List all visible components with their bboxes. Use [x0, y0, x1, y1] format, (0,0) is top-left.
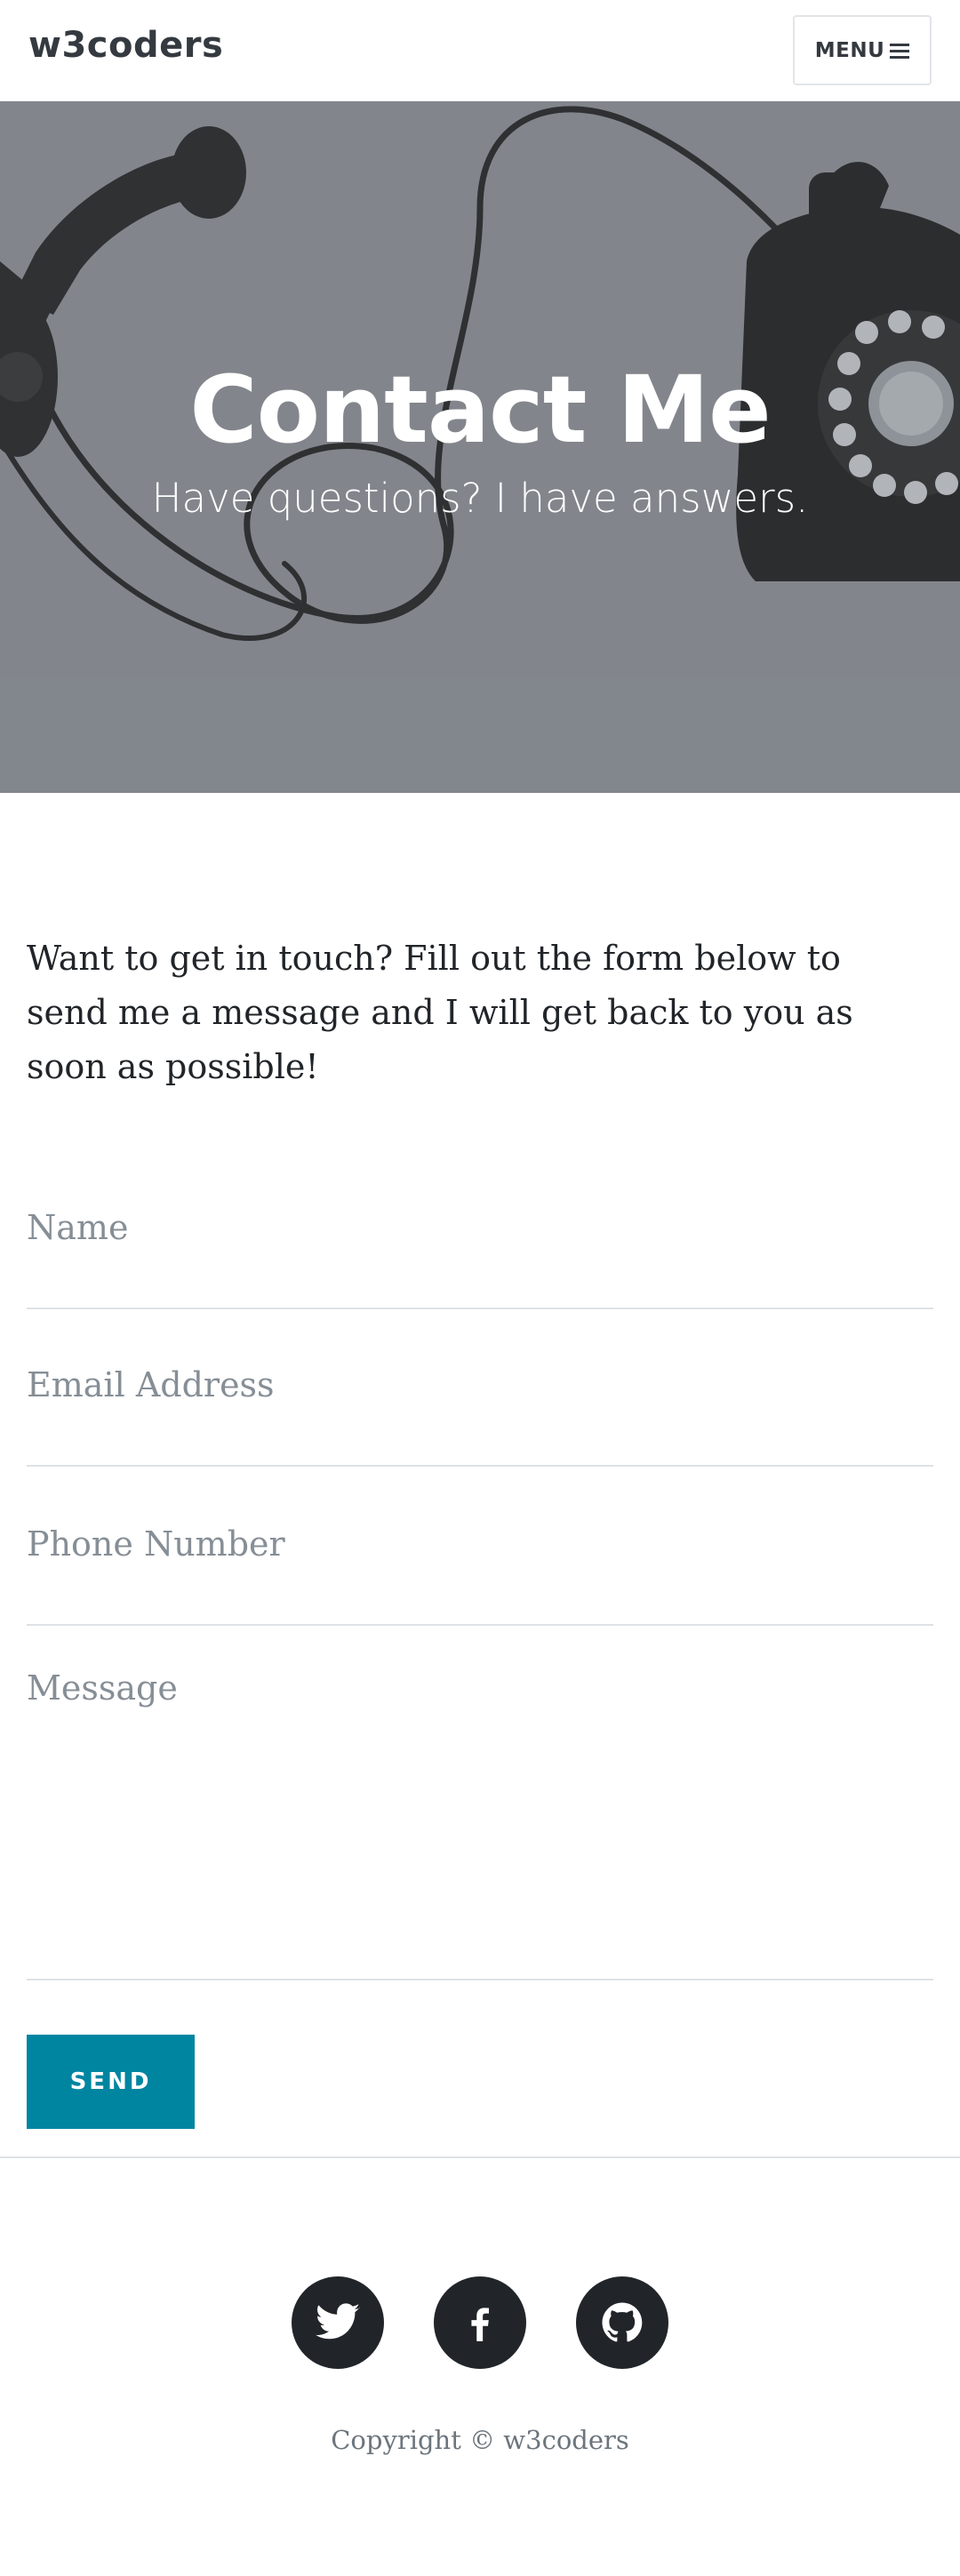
page-header: Contact Me Have questions? I have answer…: [0, 101, 960, 793]
twitter-icon: [316, 2303, 360, 2340]
twitter-link[interactable]: [292, 2276, 384, 2369]
phone-input[interactable]: [27, 1513, 933, 1575]
menu-button[interactable]: MENU: [793, 15, 932, 85]
phone-field-group: [27, 1513, 933, 1626]
hamburger-icon: [890, 43, 910, 59]
navbar: w3coders MENU: [0, 0, 960, 101]
footer-divider: [0, 2156, 960, 2158]
name-field-group: [27, 1196, 933, 1309]
facebook-link[interactable]: [434, 2276, 526, 2369]
brand-logo[interactable]: w3coders: [28, 25, 223, 66]
menu-button-label: MENU: [814, 38, 885, 62]
github-icon: [602, 2302, 643, 2342]
email-input[interactable]: [27, 1354, 933, 1416]
facebook-icon: [471, 2308, 489, 2341]
page-subtitle: Have questions? I have answers.: [151, 475, 809, 522]
send-button[interactable]: SEND: [27, 2035, 195, 2129]
intro-text: Want to get in touch? Fill out the form …: [27, 939, 853, 1086]
copyright-text: Copyright © w3coders: [331, 2425, 629, 2455]
page-title: Contact Me: [189, 356, 771, 464]
message-field-group: [27, 1668, 933, 1980]
email-field-group: [27, 1354, 933, 1467]
message-textarea[interactable]: [27, 1668, 933, 1935]
name-input[interactable]: [27, 1196, 933, 1259]
github-link[interactable]: [576, 2276, 668, 2369]
